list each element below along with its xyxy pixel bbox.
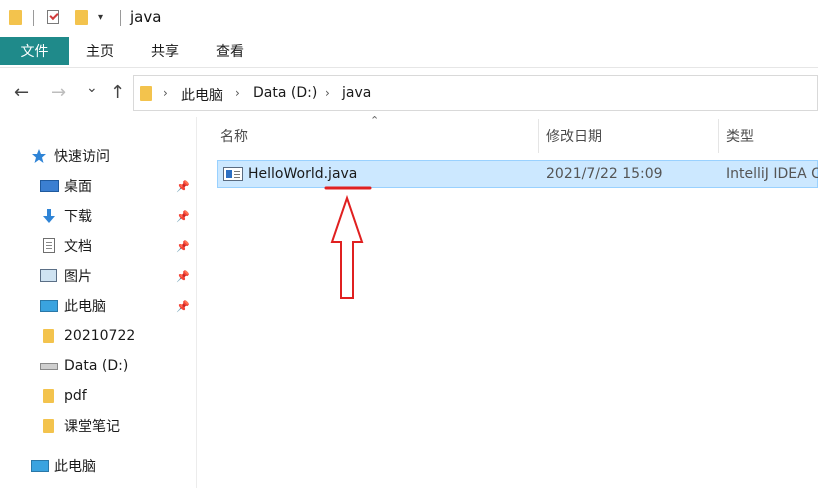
drive-icon: [40, 363, 58, 370]
desktop-icon: [40, 180, 59, 192]
up-button[interactable]: ↑: [110, 82, 125, 103]
nav-item-20210722[interactable]: 20210722: [0, 321, 196, 351]
recent-locations-button[interactable]: ⌄: [86, 80, 98, 96]
pin-icon[interactable]: 📌: [176, 240, 190, 253]
computer-icon: [31, 460, 49, 472]
nav-item-downloads[interactable]: 下载 📌: [0, 201, 196, 231]
nav-label: 课堂笔记: [64, 419, 120, 435]
nav-label: 此电脑: [64, 299, 106, 315]
tab-home[interactable]: 主页: [86, 37, 114, 65]
tab-share[interactable]: 共享: [151, 37, 179, 65]
nav-label: Data (D:): [64, 358, 129, 374]
nav-item-documents[interactable]: 文档 📌: [0, 231, 196, 261]
nav-item-pdf[interactable]: pdf: [0, 381, 196, 411]
nav-label: 下载: [64, 209, 92, 225]
folder-icon: [43, 419, 54, 433]
nav-item-class-notes[interactable]: 课堂笔记: [0, 411, 196, 441]
picture-icon: [40, 269, 57, 282]
back-button[interactable]: ←: [14, 82, 29, 103]
sort-ascending-icon: ⌃: [370, 114, 380, 127]
nav-label: 桌面: [64, 179, 92, 195]
nav-item-data-drive[interactable]: Data (D:): [0, 351, 196, 381]
nav-label: 快速访问: [54, 149, 110, 165]
java-file-icon: [223, 167, 243, 181]
nav-label: 图片: [64, 269, 92, 285]
pin-icon[interactable]: 📌: [176, 270, 190, 283]
nav-label: pdf: [64, 388, 87, 404]
column-divider[interactable]: [718, 119, 719, 153]
properties-icon[interactable]: [47, 10, 59, 24]
column-header-modified[interactable]: 修改日期: [546, 117, 602, 155]
new-folder-icon[interactable]: [75, 10, 88, 25]
breadcrumb-java[interactable]: java: [342, 85, 371, 101]
window-title: java: [130, 8, 162, 26]
tab-file[interactable]: 文件: [0, 37, 69, 65]
nav-this-pc[interactable]: 此电脑: [0, 451, 196, 481]
breadcrumb-separator[interactable]: ›: [235, 86, 240, 100]
toolbar-divider: [33, 10, 34, 26]
breadcrumb-this-pc[interactable]: 此电脑: [181, 85, 223, 105]
nav-label: 20210722: [64, 328, 136, 344]
tab-view[interactable]: 查看: [216, 37, 244, 65]
toolbar-divider: [120, 10, 121, 26]
pin-icon[interactable]: 📌: [176, 180, 190, 193]
nav-item-pictures[interactable]: 图片 📌: [0, 261, 196, 291]
nav-label: 此电脑: [54, 459, 96, 475]
document-icon: [43, 238, 55, 253]
annotation-up-arrow: [330, 194, 364, 299]
column-header-type[interactable]: 类型: [726, 117, 754, 155]
nav-label: 文档: [64, 239, 92, 255]
breadcrumb-separator[interactable]: ›: [325, 86, 330, 100]
customize-quick-access-icon[interactable]: ▾: [98, 12, 103, 23]
folder-icon: [43, 389, 54, 403]
column-header-name[interactable]: 名称: [220, 117, 248, 155]
download-icon: [43, 209, 55, 223]
title-bar: [0, 0, 818, 36]
annotation-arrow: [324, 186, 372, 299]
forward-button[interactable]: →: [51, 82, 66, 103]
computer-icon: [40, 300, 58, 312]
breadcrumb-drive[interactable]: Data (D:): [253, 85, 317, 101]
ribbon-bar: [0, 36, 818, 68]
star-icon: [32, 149, 46, 163]
pin-icon[interactable]: 📌: [176, 210, 190, 223]
column-divider[interactable]: [538, 119, 539, 153]
nav-item-this-pc-pinned[interactable]: 此电脑 📌: [0, 291, 196, 321]
folder-icon: [140, 86, 152, 101]
file-modified-date: 2021/7/22 15:09: [546, 166, 663, 182]
nav-quick-access[interactable]: 快速访问: [0, 141, 196, 171]
pin-icon[interactable]: 📌: [176, 300, 190, 313]
breadcrumb-separator[interactable]: ›: [163, 86, 168, 100]
folder-icon: [9, 10, 22, 25]
folder-icon: [43, 329, 54, 343]
file-type: IntelliJ IDEA C: [726, 166, 818, 182]
nav-item-desktop[interactable]: 桌面 📌: [0, 171, 196, 201]
